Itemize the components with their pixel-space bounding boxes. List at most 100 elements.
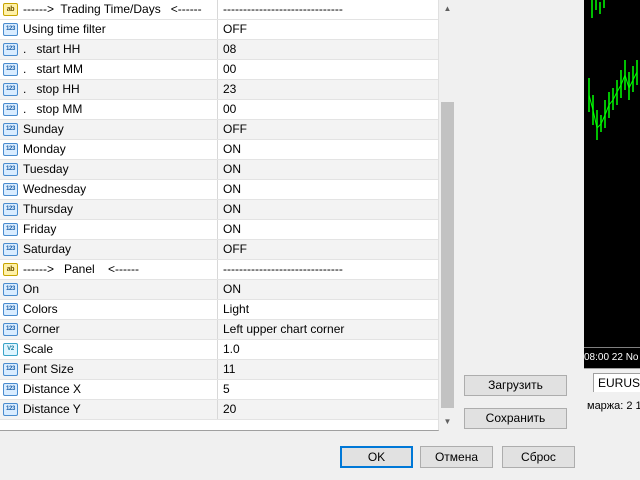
numeric-param-icon: 123 <box>3 183 18 196</box>
double-param-icon: V2 <box>3 343 18 356</box>
param-row[interactable]: 123 On ON <box>0 280 438 300</box>
param-value[interactable]: 20 <box>223 400 433 419</box>
param-value[interactable]: OFF <box>223 120 433 139</box>
param-name-cell: 123 Corner <box>0 320 218 339</box>
param-name: On <box>23 282 40 296</box>
load-button[interactable]: Загрузить <box>464 375 567 396</box>
param-name-cell: 123 Colors <box>0 300 218 319</box>
cancel-button[interactable]: Отмена <box>420 446 493 468</box>
numeric-param-icon: 123 <box>3 403 18 416</box>
numeric-param-icon: 123 <box>3 83 18 96</box>
numeric-param-icon: 123 <box>3 23 18 36</box>
param-row[interactable]: 123 . start MM 00 <box>0 60 438 80</box>
param-row[interactable]: 123 Friday ON <box>0 220 438 240</box>
param-value[interactable]: 11 <box>223 360 433 379</box>
param-row[interactable]: 123 Distance Y 20 <box>0 400 438 420</box>
param-value[interactable]: 1.0 <box>223 340 433 359</box>
param-name: Sunday <box>23 122 64 136</box>
param-value[interactable]: 23 <box>223 80 433 99</box>
numeric-param-icon: 123 <box>3 383 18 396</box>
param-row[interactable]: 123 Thursday ON <box>0 200 438 220</box>
param-row[interactable]: 123 . stop MM 00 <box>0 100 438 120</box>
param-value[interactable]: 00 <box>223 100 433 119</box>
inputs-dialog: ab ------> Trading Time/Days <------ -----… <box>0 0 584 480</box>
param-name-cell: 123 Sunday <box>0 120 218 139</box>
param-name: Monday <box>23 142 66 156</box>
param-name: Scale <box>23 342 54 356</box>
param-name-cell: 123 Using time filter <box>0 20 218 39</box>
param-name-cell: 123 Distance X <box>0 380 218 399</box>
numeric-param-icon: 123 <box>3 163 18 176</box>
param-row[interactable]: 123 Tuesday ON <box>0 160 438 180</box>
param-value[interactable]: ON <box>223 280 433 299</box>
scroll-up-arrow-icon[interactable]: ▲ <box>439 0 456 17</box>
vertical-scrollbar[interactable]: ▲ ▼ <box>438 0 456 430</box>
param-name: Friday <box>23 222 57 236</box>
price-chart[interactable]: 08:00 22 No EURUSD маржа: 2 1 <box>584 0 640 480</box>
scrollbar-thumb[interactable] <box>441 102 454 408</box>
param-row[interactable]: 123 Corner Left upper chart corner <box>0 320 438 340</box>
param-row[interactable]: 123 Wednesday ON <box>0 180 438 200</box>
param-name-cell: 123 Font Size <box>0 360 218 379</box>
param-name: Thursday <box>23 202 74 216</box>
tab-eurusd[interactable]: EURUSD <box>593 373 640 392</box>
param-name: Corner <box>23 322 60 336</box>
reset-button[interactable]: Сброс <box>502 446 575 468</box>
numeric-param-icon: 123 <box>3 363 18 376</box>
param-value[interactable]: OFF <box>223 20 433 39</box>
param-value[interactable]: ------------------------------ <box>223 260 433 279</box>
param-value[interactable]: Left upper chart corner <box>223 320 433 339</box>
numeric-param-icon: 123 <box>3 103 18 116</box>
candlestick-plot <box>588 0 638 140</box>
param-value[interactable]: ON <box>223 160 433 179</box>
numeric-param-icon: 123 <box>3 203 18 216</box>
param-name-cell: 123 Wednesday <box>0 180 218 199</box>
save-button[interactable]: Сохранить <box>464 408 567 429</box>
numeric-param-icon: 123 <box>3 223 18 236</box>
param-name: Distance Y <box>23 402 81 416</box>
param-value[interactable]: ON <box>223 220 433 239</box>
param-name: ------> Trading Time/Days <------ <box>23 2 202 16</box>
parameters-grid: ab ------> Trading Time/Days <------ -----… <box>0 0 439 431</box>
param-name-cell: 123 Friday <box>0 220 218 239</box>
param-name: Using time filter <box>23 22 106 36</box>
scroll-down-arrow-icon[interactable]: ▼ <box>439 413 456 430</box>
param-name: . stop HH <box>23 82 80 96</box>
param-value[interactable]: 00 <box>223 60 433 79</box>
param-value[interactable]: 08 <box>223 40 433 59</box>
chart-tabs-bar: EURUSD <box>584 368 640 393</box>
param-row[interactable]: ab ------> Trading Time/Days <------ -----… <box>0 0 438 20</box>
param-name: . stop MM <box>23 102 83 116</box>
param-name-cell: 123 . start HH <box>0 40 218 59</box>
string-param-icon: ab <box>3 3 18 16</box>
param-value[interactable]: OFF <box>223 240 433 259</box>
numeric-param-icon: 123 <box>3 123 18 136</box>
param-row[interactable]: 123 . stop HH 23 <box>0 80 438 100</box>
ok-button[interactable]: OK <box>340 446 413 468</box>
param-name-cell: 123 . stop MM <box>0 100 218 119</box>
param-row[interactable]: 123 Using time filter OFF <box>0 20 438 40</box>
param-row[interactable]: 123 . start HH 08 <box>0 40 438 60</box>
margin-status-text: маржа: 2 1 <box>587 400 640 412</box>
param-row[interactable]: 123 Sunday OFF <box>0 120 438 140</box>
param-name-cell: 123 Saturday <box>0 240 218 259</box>
numeric-param-icon: 123 <box>3 323 18 336</box>
param-row[interactable]: V2 Scale 1.0 <box>0 340 438 360</box>
time-axis-label: 08:00 22 No <box>584 347 640 368</box>
param-name: . start MM <box>23 62 83 76</box>
param-row[interactable]: 123 Distance X 5 <box>0 380 438 400</box>
param-name: Distance X <box>23 382 82 396</box>
param-value[interactable]: ------------------------------ <box>223 0 433 19</box>
param-value[interactable]: ON <box>223 200 433 219</box>
param-value[interactable]: ON <box>223 180 433 199</box>
numeric-param-icon: 123 <box>3 143 18 156</box>
param-row[interactable]: 123 Monday ON <box>0 140 438 160</box>
param-value[interactable]: 5 <box>223 380 433 399</box>
param-value[interactable]: ON <box>223 140 433 159</box>
param-row[interactable]: 123 Saturday OFF <box>0 240 438 260</box>
param-row[interactable]: 123 Font Size 11 <box>0 360 438 380</box>
string-param-icon: ab <box>3 263 18 276</box>
param-row[interactable]: 123 Colors Light <box>0 300 438 320</box>
param-value[interactable]: Light <box>223 300 433 319</box>
param-row[interactable]: ab ------> Panel <------ -----------------… <box>0 260 438 280</box>
